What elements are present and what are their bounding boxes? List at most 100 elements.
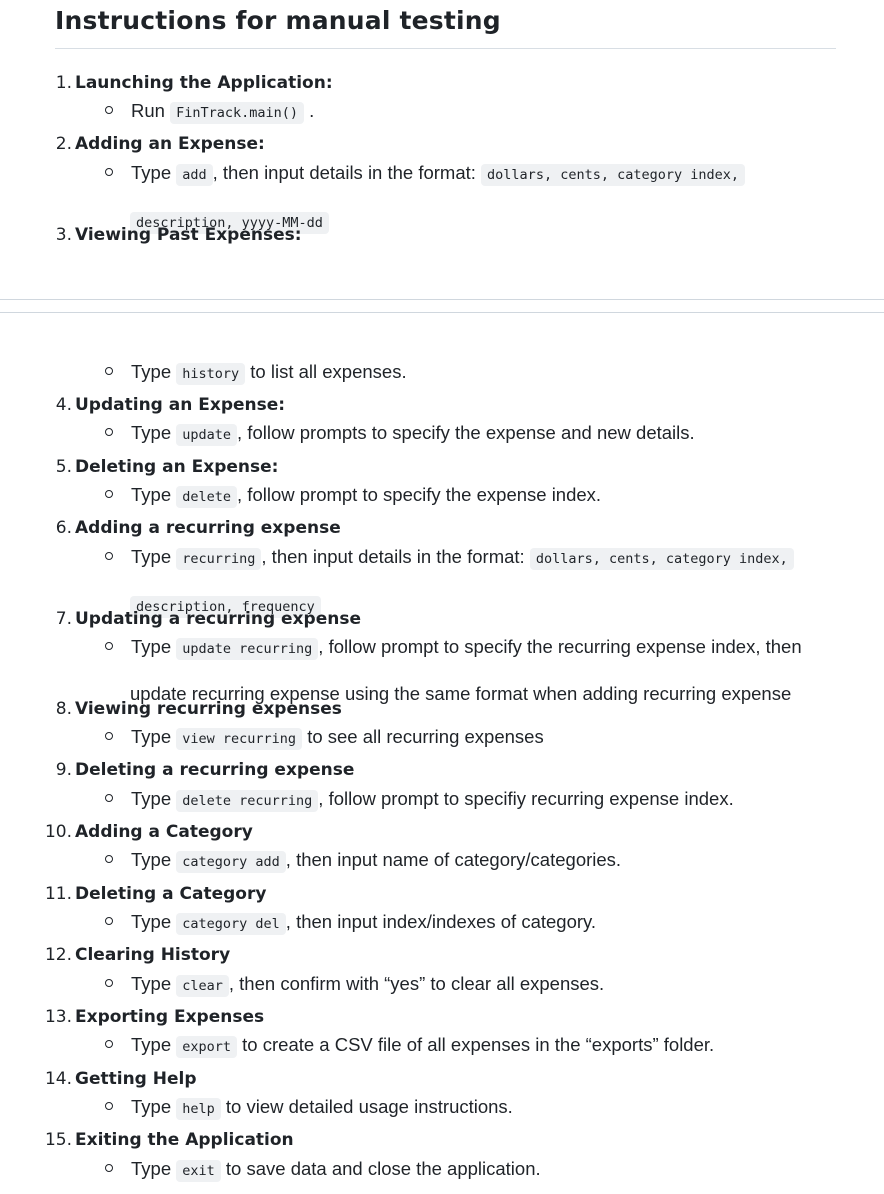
detail-text: Type <box>131 1096 172 1117</box>
command-code: delete recurring <box>176 790 319 812</box>
detail-text: Type <box>131 1034 172 1055</box>
format-code: dollars, cents, category index, <box>481 164 746 186</box>
detail-text: Run <box>131 100 165 121</box>
step-label: Adding a recurring expense <box>75 518 341 538</box>
title-divider <box>55 48 836 49</box>
detail-text: , then input details in the format: <box>212 162 476 183</box>
bullet-icon <box>105 490 113 498</box>
bullet-icon <box>105 106 113 114</box>
step-label: Adding an Expense: <box>75 134 265 154</box>
step-6-title: 6. Adding a recurring expense <box>34 518 341 538</box>
page-title: Instructions for manual testing <box>55 6 501 35</box>
bullet-icon <box>105 168 113 176</box>
bullet-icon <box>105 794 113 802</box>
detail-text: to view detailed usage instructions. <box>225 1096 513 1117</box>
step-label: Exiting the Application <box>75 1130 294 1150</box>
command-code: view recurring <box>176 728 303 750</box>
step-number: 11. <box>44 884 72 904</box>
step-label: Deleting an Expense: <box>75 457 279 477</box>
command-code: export <box>176 1036 238 1058</box>
detail-text: , follow prompt to specify the recurring… <box>318 636 802 657</box>
step-number: 3. <box>55 225 72 245</box>
command-code: history <box>176 363 246 385</box>
detail-text: , then input index/indexes of category. <box>285 911 597 932</box>
step-10-title: 10. Adding a Category <box>34 822 253 842</box>
detail-text: Type <box>131 484 172 505</box>
detail-text: to see all recurring expenses <box>307 726 544 747</box>
format-code: dollars, cents, category index, <box>529 548 794 570</box>
command-code: update recurring <box>176 638 319 660</box>
command-code: category del <box>176 913 286 935</box>
command-code: recurring <box>176 548 262 570</box>
command-code: exit <box>176 1160 221 1182</box>
detail-text: Type <box>131 788 172 809</box>
page-break-divider <box>0 299 884 313</box>
detail-text: , then confirm with “yes” to clear all e… <box>228 973 605 994</box>
step-15-title: 15. Exiting the Application <box>34 1130 294 1150</box>
step-number: 7. <box>55 609 72 629</box>
step-12-title: 12. Clearing History <box>34 945 230 965</box>
step-number: 8. <box>55 699 72 719</box>
step-number: 6. <box>55 518 72 538</box>
detail-text: , follow prompts to specify the expense … <box>237 422 695 443</box>
step-number: 1. <box>55 73 72 93</box>
detail-text: , then input details in the format: <box>261 546 525 567</box>
bullet-icon <box>105 428 113 436</box>
step-7-title: 7. Updating a recurring expense <box>34 609 361 629</box>
command-code: update <box>176 424 238 446</box>
bullet-icon <box>105 642 113 650</box>
step-label: Clearing History <box>75 945 231 965</box>
step-8-title: 8. Viewing recurring expenses <box>34 699 342 719</box>
bullet-icon <box>105 917 113 925</box>
step-13-title: 13. Exporting Expenses <box>34 1007 264 1027</box>
step-9-title: 9. Deleting a recurring expense <box>34 760 355 780</box>
bullet-icon <box>105 732 113 740</box>
step-number: 14. <box>44 1069 72 1089</box>
detail-text: , follow prompt to specify the expense i… <box>237 484 602 505</box>
bullet-icon <box>105 855 113 863</box>
bullet-icon <box>105 1040 113 1048</box>
step-number: 15. <box>44 1130 72 1150</box>
command-code: help <box>176 1098 221 1120</box>
step-label: Viewing Past Expenses: <box>75 225 302 245</box>
step-label: Adding a Category <box>75 822 253 842</box>
detail-text: to save data and close the application. <box>225 1158 541 1179</box>
step-number: 12. <box>44 945 72 965</box>
step-3-title: 3. Viewing Past Expenses: <box>34 225 302 245</box>
step-number: 13. <box>44 1007 72 1027</box>
step-number: 9. <box>55 760 72 780</box>
step-number: 4. <box>55 395 72 415</box>
bullet-icon <box>105 367 113 375</box>
detail-text: Type <box>131 162 172 183</box>
bullet-icon <box>105 552 113 560</box>
step-label: Updating a recurring expense <box>75 609 361 629</box>
step-label: Launching the Application: <box>75 73 333 93</box>
detail-text: Type <box>131 849 172 870</box>
step-label: Deleting a Category <box>75 884 267 904</box>
command-code: category add <box>176 851 286 873</box>
detail-text: to create a CSV file of all expenses in … <box>242 1034 715 1055</box>
detail-text: , follow prompt to specifiy recurring ex… <box>318 788 734 809</box>
detail-text: Type <box>131 636 172 657</box>
command-code: add <box>176 164 213 186</box>
step-label: Getting Help <box>75 1069 197 1089</box>
bullet-icon <box>105 1164 113 1172</box>
detail-text: Type <box>131 1158 172 1179</box>
detail-text: , then input name of category/categories… <box>285 849 622 870</box>
step-4-title: 4. Updating an Expense: <box>34 395 285 415</box>
step-label: Deleting a recurring expense <box>75 760 355 780</box>
step-label: Exporting Expenses <box>75 1007 265 1027</box>
detail-text: Type <box>131 911 172 932</box>
step-1-title: 1. Launching the Application: <box>34 73 333 93</box>
detail-text: . <box>309 100 315 121</box>
command-code: clear <box>176 975 229 997</box>
step-2-title: 2. Adding an Expense: <box>34 134 265 154</box>
command-code: delete <box>176 486 238 508</box>
detail-text: Type <box>131 546 172 567</box>
step-11-title: 11. Deleting a Category <box>34 884 267 904</box>
step-label: Viewing recurring expenses <box>75 699 342 719</box>
step-14-title: 14. Getting Help <box>34 1069 197 1089</box>
detail-text: Type <box>131 422 172 443</box>
bullet-icon <box>105 979 113 987</box>
step-5-title: 5. Deleting an Expense: <box>34 457 279 477</box>
